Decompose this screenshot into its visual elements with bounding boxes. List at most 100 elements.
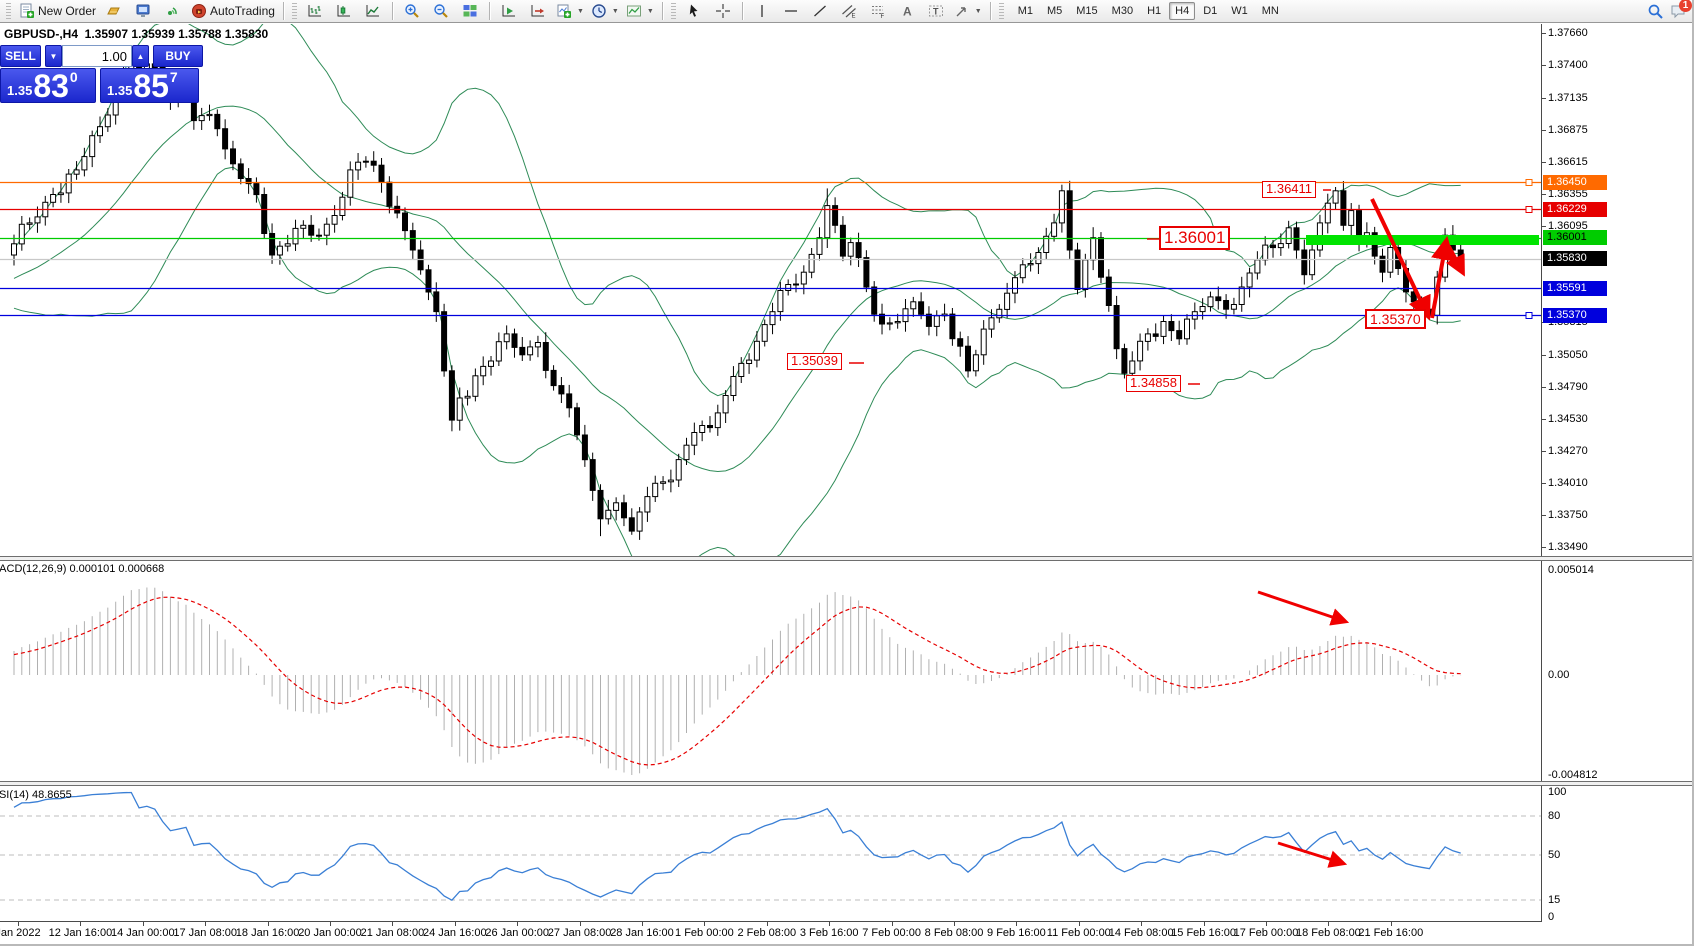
fibonacci-tool-button[interactable]: F: [864, 1, 892, 21]
channel-tool-button[interactable]: E: [835, 1, 863, 21]
toolbar-grip[interactable]: [671, 3, 676, 19]
autotrading-button[interactable]: AutoTrading: [187, 1, 278, 21]
toolbar-grip[interactable]: [999, 3, 1004, 19]
crosshair-tool-button[interactable]: [709, 1, 737, 21]
timeframe-toolbar: M1M5M15M30H1H4D1W1MN: [1012, 2, 1285, 20]
timeframe-h1[interactable]: H1: [1141, 2, 1167, 20]
timeframe-mn[interactable]: MN: [1256, 2, 1285, 20]
price-annotation-label[interactable]: 1.36001: [1159, 226, 1230, 250]
price-axis-label: 1.35050: [1548, 349, 1588, 361]
price-annotation-label[interactable]: 1.36411: [1262, 181, 1316, 198]
macd-axis-label: 0.005014: [1548, 564, 1594, 576]
time-axis-label: 18 Feb 08:00: [1296, 927, 1361, 939]
time-axis-border: [0, 921, 1542, 922]
time-tick-mark: [1079, 922, 1080, 926]
time-axis-label: 14 Jan 00:00: [111, 927, 175, 939]
timeframe-d1[interactable]: D1: [1197, 2, 1223, 20]
ask-price-big: 85: [133, 71, 169, 101]
buy-button[interactable]: BUY: [153, 45, 203, 67]
price-level-badge: 1.36001: [1543, 230, 1607, 245]
rsi-indicator: [0, 793, 1541, 901]
ask-price-panel[interactable]: 1.35 85 7: [100, 68, 199, 103]
price-axis-label: 1.34010: [1548, 477, 1588, 489]
price-tick-mark: [1541, 483, 1546, 484]
text-label-tool-button[interactable]: T: [922, 1, 950, 21]
line-chart-button[interactable]: [359, 1, 387, 21]
time-axis-label: 21 Jan 08:00: [361, 927, 425, 939]
volume-input[interactable]: [62, 45, 132, 67]
price-annotation-label[interactable]: 1.35039: [787, 353, 842, 370]
time-tick-mark: [954, 922, 955, 926]
auto-scroll-button[interactable]: [495, 1, 523, 21]
text-tool-button[interactable]: A: [893, 1, 921, 21]
price-annotation-label[interactable]: 1.35370: [1365, 309, 1426, 329]
macd-indicator: [14, 588, 1461, 776]
price-level-badge: 1.35370: [1543, 308, 1607, 323]
trendline-tool-button[interactable]: [806, 1, 834, 21]
signals-button[interactable]: [158, 1, 186, 21]
horizontal-line-tool-button[interactable]: [777, 1, 805, 21]
chart-shift-button[interactable]: [524, 1, 552, 21]
tile-windows-button[interactable]: [456, 1, 484, 21]
price-axis-label: 1.33750: [1548, 509, 1588, 521]
search-icon[interactable]: [1647, 3, 1664, 20]
terminal-icon: [135, 3, 152, 20]
chart-canvas[interactable]: [0, 0, 1694, 946]
time-tick-mark: [1391, 922, 1392, 926]
price-annotation-label[interactable]: 1.34858: [1126, 375, 1181, 392]
sell-button[interactable]: SELL: [0, 45, 41, 67]
rsi-axis-label: 15: [1548, 894, 1560, 906]
volume-increase-button[interactable]: ▲: [132, 45, 149, 67]
vertical-line-icon: [753, 3, 770, 20]
candlestick-chart-button[interactable]: [330, 1, 358, 21]
time-axis-label: Jan 2022: [0, 927, 41, 939]
horizontal-level-lines[interactable]: [0, 180, 1541, 319]
price-axis-label: 1.37660: [1548, 27, 1588, 39]
time-axis-label: 7 Feb 00:00: [862, 927, 921, 939]
macd-axis-label: 0.00: [1548, 669, 1569, 681]
timeframe-w1[interactable]: W1: [1225, 2, 1254, 20]
bar-chart-button[interactable]: [301, 1, 329, 21]
timeframe-h4[interactable]: H4: [1169, 2, 1195, 20]
svg-text:F: F: [880, 14, 884, 19]
market-watch-button[interactable]: [100, 1, 128, 21]
time-tick-mark: [455, 922, 456, 926]
new-chart-button[interactable]: ▼: [553, 1, 587, 21]
timeframe-m5[interactable]: M5: [1041, 2, 1068, 20]
toolbar-separator: [489, 2, 490, 20]
zoom-in-button[interactable]: [398, 1, 426, 21]
timeframe-m30[interactable]: M30: [1106, 2, 1139, 20]
bid-price-panel[interactable]: 1.35 83 0: [0, 68, 96, 103]
new-order-button[interactable]: New Order: [15, 1, 99, 21]
green-supply-zone[interactable]: [1306, 235, 1539, 245]
time-axis-label: 26 Jan 00:00: [485, 927, 549, 939]
rsi-panel-separator[interactable]: [0, 781, 1694, 786]
volume-decrease-button[interactable]: ▼: [45, 45, 62, 67]
vertical-line-tool-button[interactable]: [748, 1, 776, 21]
toolbar-grip[interactable]: [292, 3, 297, 19]
templates-button[interactable]: ▼: [623, 1, 657, 21]
time-tick-mark: [1204, 922, 1205, 926]
crosshair-icon: [714, 3, 731, 20]
zoom-out-button[interactable]: [427, 1, 455, 21]
price-tick-mark: [1541, 162, 1546, 163]
toolbar-grip[interactable]: [6, 3, 11, 19]
time-tick-mark: [892, 922, 893, 926]
timeframe-m1[interactable]: M1: [1012, 2, 1039, 20]
time-axis-label: 21 Feb 16:00: [1358, 927, 1423, 939]
periods-button[interactable]: ▼: [588, 1, 622, 21]
macd-panel-separator[interactable]: [0, 556, 1694, 561]
time-axis-label: 1 Feb 00:00: [675, 927, 734, 939]
notifications-icon[interactable]: 1: [1670, 3, 1687, 20]
gold-bar-icon: [106, 3, 123, 20]
toolbar-separator: [990, 2, 991, 20]
zoom-in-icon: [403, 3, 420, 20]
arrows-tool-button[interactable]: ▼: [951, 1, 985, 21]
terminal-button[interactable]: [129, 1, 157, 21]
ask-price-prefix: 1.35: [107, 83, 132, 98]
cursor-tool-button[interactable]: [680, 1, 708, 21]
rsi-label: RSI(14) 48.8655: [0, 789, 72, 801]
price-axis-label: 1.36355: [1548, 188, 1588, 200]
trendline-icon: [811, 3, 828, 20]
timeframe-m15[interactable]: M15: [1070, 2, 1103, 20]
